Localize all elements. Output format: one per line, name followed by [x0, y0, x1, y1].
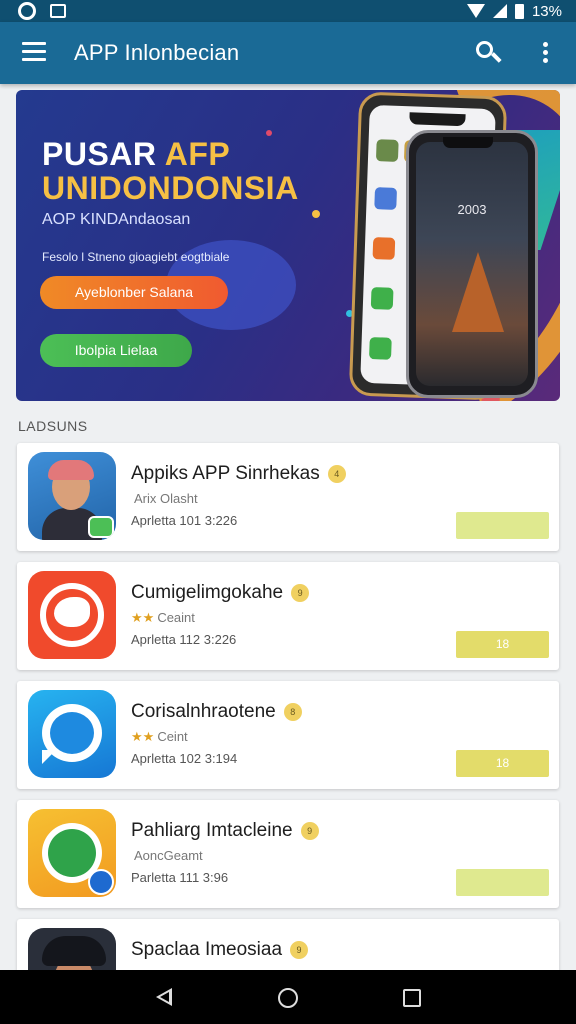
- banner-description: Fesolo l Stneno gioagiebt eogtbiale: [42, 250, 230, 264]
- app-publisher: Ceint: [157, 729, 188, 744]
- app-icon: [28, 571, 116, 659]
- wifi-icon: [466, 4, 485, 18]
- app-list-item[interactable]: Appiks APP Sinrhekas 4 Arix Olasht Aprlet…: [17, 443, 559, 551]
- status-bar: 13%: [0, 0, 576, 22]
- menu-icon[interactable]: [22, 42, 46, 62]
- banner-primary-button[interactable]: Ayeblonber Salana: [40, 276, 228, 309]
- battery-percent: 13%: [531, 2, 562, 20]
- app-icon: [28, 809, 116, 897]
- back-icon[interactable]: [156, 988, 174, 1006]
- home-icon[interactable]: [278, 988, 298, 1008]
- phone-illustration-front: 2003: [406, 130, 538, 398]
- install-button[interactable]: [456, 869, 549, 896]
- rating-stars: ★★: [131, 610, 155, 625]
- promo-banner[interactable]: PUSAR AFP UNIDONDONSIA AOP KINDAndaosan …: [16, 90, 560, 401]
- app-name: Cumigelimgokahe: [131, 582, 284, 603]
- app-publisher: Ceaint: [157, 610, 195, 625]
- app-list-item[interactable]: Pahliarg Imtacleine 9 AoncGeamt Parletta …: [17, 800, 559, 908]
- search-icon[interactable]: [476, 41, 502, 67]
- app-badge: 9: [290, 940, 309, 959]
- app-icon: [28, 452, 116, 540]
- app-list-item[interactable]: Cumigelimgokahe 9 ★★ Ceaint Aprletta 112 3…: [17, 562, 559, 670]
- banner-subtitle: AOP KINDAndaosan: [42, 211, 191, 228]
- app-name: Pahliarg Imtacleine: [131, 820, 293, 841]
- app-list-item[interactable]: Corisalnhraotene 8 ★★ Ceint Aprletta 102 3…: [17, 681, 559, 789]
- phone-clock: 2003: [457, 202, 487, 217]
- notification-icon: [50, 4, 66, 18]
- app-badge: 9: [291, 583, 310, 602]
- app-name: Appiks APP Sinrhekas: [131, 463, 320, 484]
- system-nav-bar: [0, 970, 576, 1024]
- app-name: Spaclaa Imeosiaa: [131, 939, 283, 960]
- banner-title: PUSAR AFP: [42, 136, 231, 172]
- install-button[interactable]: 18: [456, 750, 549, 777]
- banner-title-line2: UNIDONDONSIA: [42, 170, 299, 206]
- app-badge: 8: [283, 702, 302, 721]
- install-button[interactable]: 18: [456, 631, 549, 658]
- battery-icon: [514, 3, 524, 19]
- app-publisher: AoncGeamt: [134, 848, 203, 863]
- app-publisher: Arix Olasht: [134, 491, 198, 506]
- app-badge: 9: [300, 821, 319, 840]
- sync-icon: [18, 2, 36, 20]
- app-title: APP Inlonbecian: [74, 40, 240, 65]
- app-date: Aprletta 102 3:194: [131, 751, 238, 766]
- section-heading: LADSUNS: [18, 418, 88, 434]
- banner-secondary-button[interactable]: Ibolpia Lielaa: [40, 334, 192, 367]
- app-icon: [28, 690, 116, 778]
- recent-apps-icon[interactable]: [403, 989, 421, 1007]
- app-date: Aprletta 112 3:226: [131, 632, 237, 647]
- app-date: Parletta 111 3:96: [131, 870, 229, 885]
- app-bar: APP Inlonbecian: [0, 22, 576, 84]
- install-button[interactable]: [456, 512, 549, 539]
- signal-icon: [492, 4, 507, 18]
- app-name: Corisalnhraotene: [131, 701, 276, 722]
- app-date: Aprletta 101 3:226: [131, 513, 238, 528]
- rating-stars: ★★: [131, 729, 155, 744]
- app-badge: 4: [327, 464, 346, 483]
- more-options-icon[interactable]: [540, 42, 550, 66]
